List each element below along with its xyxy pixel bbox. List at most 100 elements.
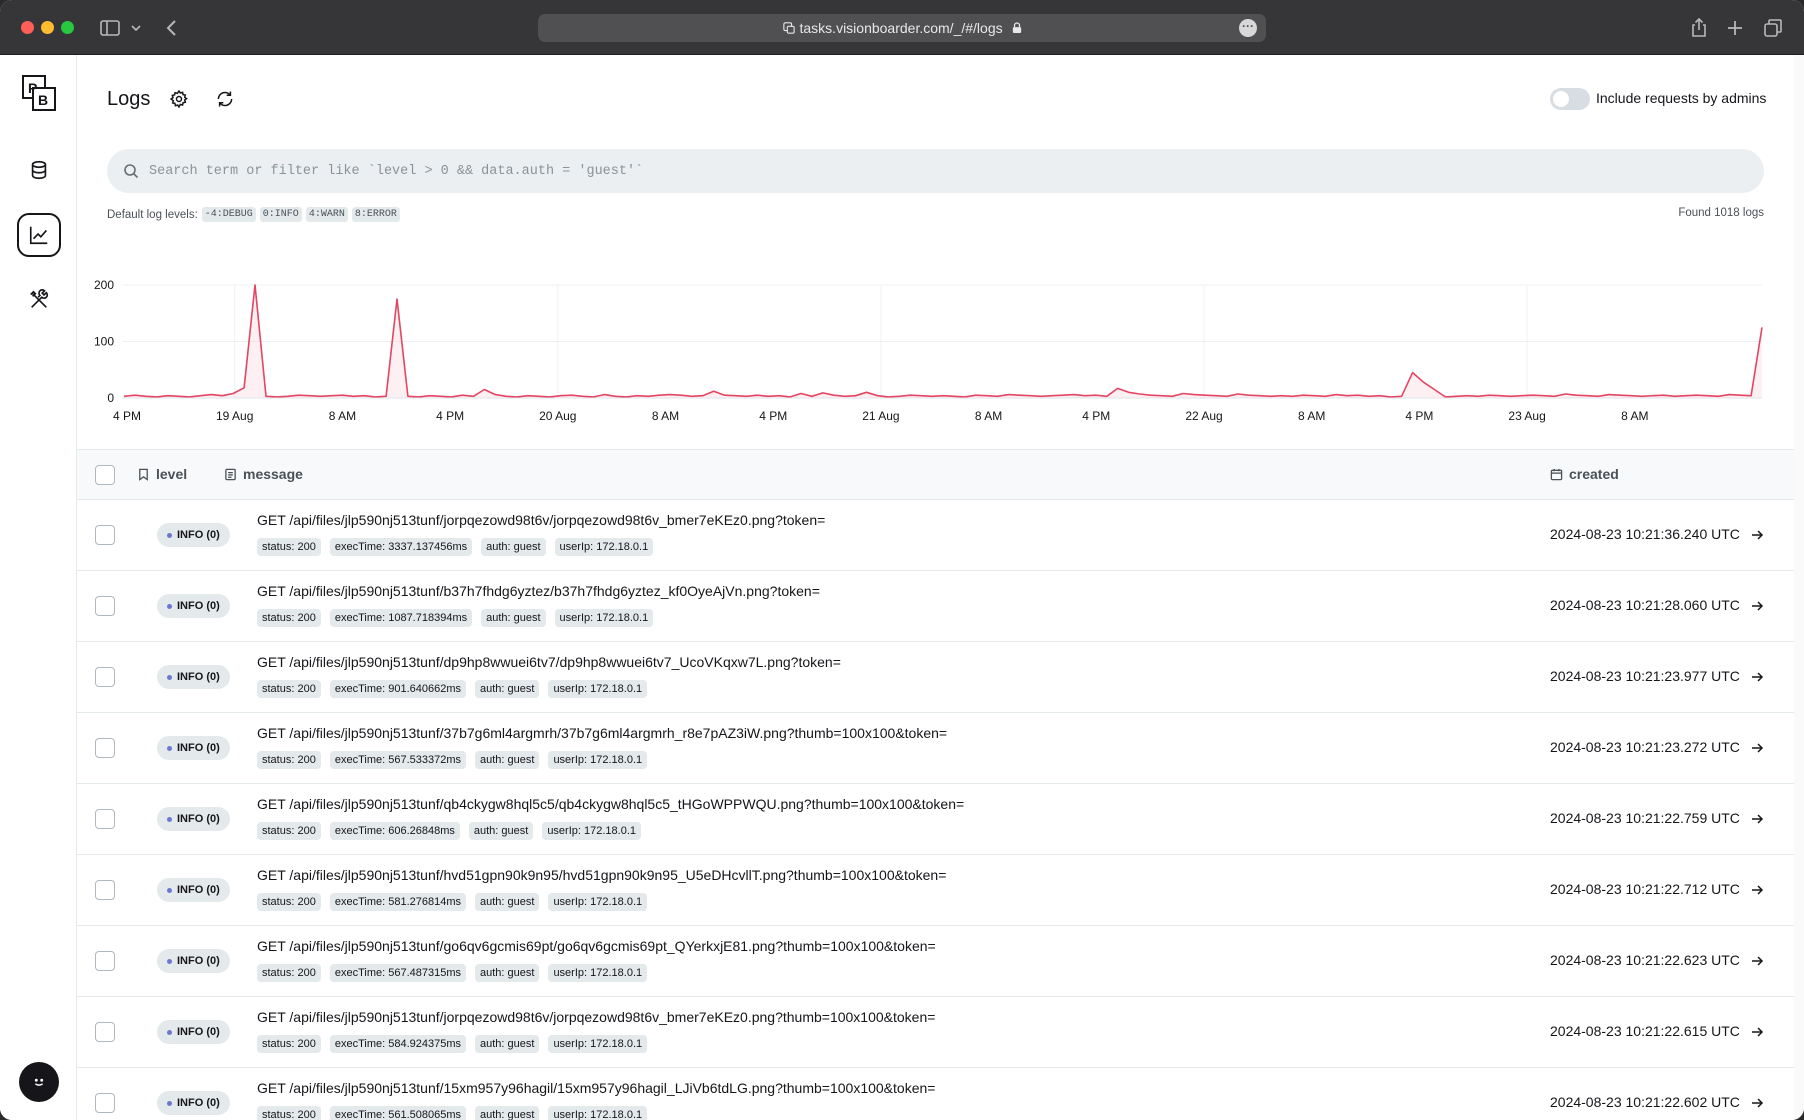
row-checkbox[interactable] bbox=[95, 809, 115, 829]
column-level[interactable]: level bbox=[137, 466, 187, 482]
level-badge: INFO (0) bbox=[157, 523, 230, 547]
log-data-tag: execTime: 606.26848ms bbox=[329, 822, 460, 840]
include-admins-toggle[interactable] bbox=[1550, 88, 1590, 110]
pocketbase-logo[interactable]: P B bbox=[19, 73, 59, 113]
sidebar-item-settings[interactable] bbox=[17, 278, 61, 322]
log-message: GET /api/files/jlp590nj513tunf/hvd51gpn9… bbox=[257, 867, 947, 883]
zoom-window-button[interactable] bbox=[61, 21, 74, 34]
level-dot-icon bbox=[167, 816, 172, 822]
logs-page: Logs Include requests by admins Default … bbox=[77, 55, 1794, 1120]
log-data-tag: auth: guest bbox=[475, 751, 540, 769]
log-message: GET /api/files/jlp590nj513tunf/jorpqezow… bbox=[257, 1009, 936, 1025]
log-created: 2024-08-23 10:21:23.272 UTC bbox=[1550, 739, 1740, 755]
row-checkbox[interactable] bbox=[95, 596, 115, 616]
log-created: 2024-08-23 10:21:22.759 UTC bbox=[1550, 810, 1740, 826]
level-badge-label: INFO (0) bbox=[177, 671, 220, 683]
column-created[interactable]: created bbox=[1550, 466, 1619, 482]
log-data-tag: execTime: 584.924375ms bbox=[329, 1035, 466, 1053]
arrow-right-icon[interactable] bbox=[1749, 669, 1765, 685]
log-created: 2024-08-23 10:21:22.712 UTC bbox=[1550, 881, 1740, 897]
log-data-tag: status: 200 bbox=[257, 964, 321, 982]
search-bar[interactable] bbox=[107, 149, 1764, 193]
tools-icon bbox=[30, 289, 49, 308]
level-dot-icon bbox=[167, 1100, 172, 1106]
level-badge-label: INFO (0) bbox=[177, 742, 220, 754]
table-row[interactable]: INFO (0) GET /api/files/jlp590nj513tunf/j… bbox=[77, 997, 1794, 1068]
arrow-right-icon[interactable] bbox=[1749, 598, 1765, 614]
row-checkbox[interactable] bbox=[95, 951, 115, 971]
tab-overview-icon[interactable] bbox=[1761, 16, 1785, 40]
level-badge: INFO (0) bbox=[157, 665, 230, 689]
column-message[interactable]: message bbox=[224, 466, 303, 482]
table-row[interactable]: INFO (0) GET /api/files/jlp590nj513tunf/d… bbox=[77, 642, 1794, 713]
chart-y-tick-label: 200 bbox=[94, 278, 114, 292]
row-checkbox[interactable] bbox=[95, 667, 115, 687]
address-bar[interactable]: tasks.visionboarder.com/_/#/logs ··· bbox=[538, 14, 1266, 42]
sidebar-toggle-icon[interactable] bbox=[98, 16, 122, 40]
chart-x-tick-label: 19 Aug bbox=[216, 409, 253, 423]
arrow-right-icon[interactable] bbox=[1749, 1024, 1765, 1040]
sidebar-item-logs[interactable] bbox=[17, 213, 61, 257]
table-row[interactable]: INFO (0) GET /api/files/jlp590nj513tunf/j… bbox=[77, 500, 1794, 571]
level-badge-label: INFO (0) bbox=[177, 884, 220, 896]
line-chart-icon bbox=[29, 226, 48, 245]
log-created: 2024-08-23 10:21:28.060 UTC bbox=[1550, 597, 1740, 613]
log-data-tag: userIp: 172.18.0.1 bbox=[548, 1035, 648, 1053]
table-row[interactable]: INFO (0) GET /api/files/jlp590nj513tunf/h… bbox=[77, 855, 1794, 926]
table-row[interactable]: INFO (0) GET /api/files/jlp590nj513tunf/g… bbox=[77, 926, 1794, 997]
log-message: GET /api/files/jlp590nj513tunf/37b7g6ml4… bbox=[257, 725, 948, 741]
log-data-tag: execTime: 567.533372ms bbox=[329, 751, 466, 769]
page-title: Logs bbox=[107, 88, 151, 110]
row-checkbox[interactable] bbox=[95, 1022, 115, 1042]
back-icon[interactable] bbox=[160, 16, 184, 40]
level-badge: INFO (0) bbox=[157, 594, 230, 618]
level-dot-icon bbox=[167, 532, 172, 538]
table-row[interactable]: INFO (0) GET /api/files/jlp590nj513tunf/q… bbox=[77, 784, 1794, 855]
chart-x-tick-label: 4 PM bbox=[1405, 409, 1433, 423]
log-data-tags: status: 200 execTime: 567.533372ms auth: g… bbox=[257, 751, 648, 769]
svg-text:P: P bbox=[28, 80, 37, 96]
chevron-down-icon[interactable] bbox=[128, 16, 144, 40]
sidebar-item-collections[interactable] bbox=[17, 148, 61, 192]
new-tab-icon[interactable] bbox=[1723, 16, 1747, 40]
log-data-tags: status: 200 execTime: 606.26848ms auth: gu… bbox=[257, 822, 641, 840]
minimize-window-button[interactable] bbox=[41, 21, 54, 34]
scrollbar[interactable] bbox=[1794, 55, 1804, 1120]
log-data-tag: userIp: 172.18.0.1 bbox=[554, 538, 654, 556]
log-data-tag: status: 200 bbox=[257, 822, 321, 840]
row-checkbox[interactable] bbox=[95, 1093, 115, 1113]
search-input[interactable] bbox=[149, 149, 1739, 193]
share-icon[interactable] bbox=[1687, 16, 1711, 40]
more-options-icon[interactable]: ··· bbox=[1239, 19, 1257, 37]
row-checkbox[interactable] bbox=[95, 880, 115, 900]
avatar[interactable] bbox=[19, 1062, 59, 1102]
chart-x-tick-label: 8 AM bbox=[1298, 409, 1325, 423]
arrow-right-icon[interactable] bbox=[1749, 527, 1765, 543]
refresh-icon[interactable] bbox=[215, 89, 235, 109]
log-created: 2024-08-23 10:21:36.240 UTC bbox=[1550, 526, 1740, 542]
log-data-tag: userIp: 172.18.0.1 bbox=[554, 609, 654, 627]
select-all-checkbox[interactable] bbox=[95, 465, 115, 485]
log-message: GET /api/files/jlp590nj513tunf/jorpqezow… bbox=[257, 512, 826, 528]
arrow-right-icon[interactable] bbox=[1749, 1095, 1765, 1111]
log-data-tag: execTime: 901.640662ms bbox=[329, 680, 466, 698]
arrow-right-icon[interactable] bbox=[1749, 811, 1765, 827]
chart-x-tick-label: 8 AM bbox=[1621, 409, 1648, 423]
table-row[interactable]: INFO (0) GET /api/files/jlp590nj513tunf/b… bbox=[77, 571, 1794, 642]
log-data-tag: auth: guest bbox=[475, 680, 540, 698]
log-level-chip: 0:INFO bbox=[259, 207, 302, 222]
level-dot-icon bbox=[167, 745, 172, 751]
log-message: GET /api/files/jlp590nj513tunf/b37h7fhdg… bbox=[257, 583, 820, 599]
arrow-right-icon[interactable] bbox=[1749, 882, 1765, 898]
table-row[interactable]: INFO (0) GET /api/files/jlp590nj513tunf/3… bbox=[77, 713, 1794, 784]
row-checkbox[interactable] bbox=[95, 525, 115, 545]
gear-icon[interactable] bbox=[169, 89, 189, 109]
arrow-right-icon[interactable] bbox=[1749, 953, 1765, 969]
log-data-tag: status: 200 bbox=[257, 538, 321, 556]
log-data-tag: userIp: 172.18.0.1 bbox=[542, 822, 641, 840]
table-row[interactable]: INFO (0) GET /api/files/jlp590nj513tunf/1… bbox=[77, 1068, 1794, 1120]
close-window-button[interactable] bbox=[21, 21, 34, 34]
arrow-right-icon[interactable] bbox=[1749, 740, 1765, 756]
log-data-tags: status: 200 execTime: 567.487315ms auth: g… bbox=[257, 964, 648, 982]
row-checkbox[interactable] bbox=[95, 738, 115, 758]
